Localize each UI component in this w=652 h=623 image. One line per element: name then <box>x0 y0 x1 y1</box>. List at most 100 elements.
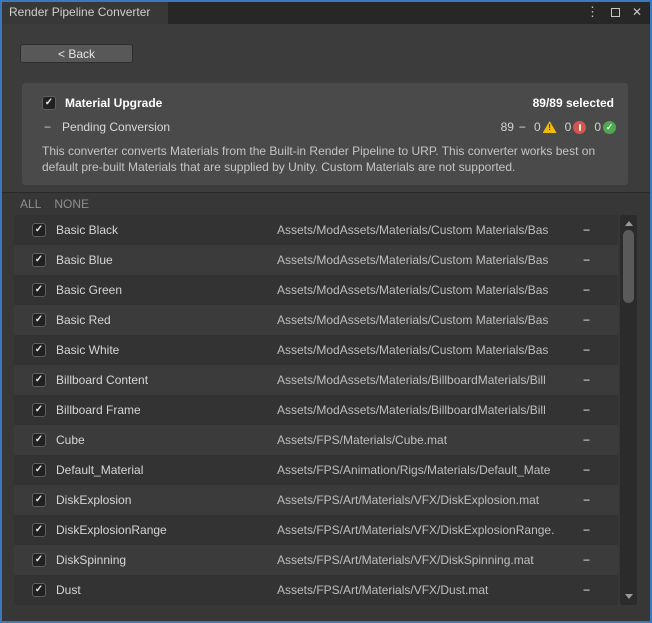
material-name: Basic Green <box>56 283 122 297</box>
window-title: Render Pipeline Converter <box>9 5 150 19</box>
materials-list-region: ALL NONE ✓ Basic Black Assets/ModAssets/… <box>0 192 652 623</box>
select-none-button[interactable]: NONE <box>54 197 89 211</box>
material-name: Basic White <box>56 343 119 357</box>
material-row[interactable]: ✓ Cube Assets/FPS/Materials/Cube.mat − <box>14 425 618 455</box>
maximize-glyph <box>611 8 620 17</box>
row-status-dash-icon: − <box>583 343 590 357</box>
converter-title: Material Upgrade <box>65 96 162 110</box>
checkmark-icon: ✓ <box>35 524 43 536</box>
close-icon[interactable]: ✕ <box>632 5 642 19</box>
checkmark-icon: ✓ <box>35 344 43 356</box>
material-path: Assets/ModAssets/Materials/Custom Materi… <box>277 313 572 327</box>
checkmark-icon: ✓ <box>35 494 43 506</box>
row-status-dash-icon: − <box>583 403 590 417</box>
material-name: Default_Material <box>56 463 143 477</box>
back-button[interactable]: < Back <box>20 44 133 63</box>
row-checkbox[interactable]: ✓ <box>32 583 46 597</box>
pending-count: 89 <box>501 120 514 134</box>
material-row[interactable]: ✓ DiskExplosionRange Assets/FPS/Art/Mate… <box>14 515 618 545</box>
material-name: Basic Blue <box>56 253 113 267</box>
row-status-dash-icon: − <box>583 373 590 387</box>
pending-conversion-label: Pending Conversion <box>62 120 170 134</box>
row-status-dash-icon: − <box>583 313 590 327</box>
tab-render-pipeline-converter[interactable]: Render Pipeline Converter <box>0 0 168 24</box>
material-name: Basic Red <box>56 313 111 327</box>
row-checkbox[interactable]: ✓ <box>32 373 46 387</box>
material-row[interactable]: ✓ Dust Assets/FPS/Art/Materials/VFX/Dust… <box>14 575 618 605</box>
row-status-dash-icon: − <box>583 583 590 597</box>
checkmark-icon: ✓ <box>35 584 43 596</box>
render-pipeline-converter-window: Render Pipeline Converter ⋮ ✕ < Back ✓ M… <box>0 0 652 623</box>
material-path: Assets/FPS/Materials/Cube.mat <box>277 433 572 447</box>
row-status-dash-icon: − <box>583 433 590 447</box>
scrollbar-thumb[interactable] <box>623 230 634 303</box>
converter-panel: ✓ Material Upgrade 89/89 selected − Pend… <box>22 83 628 185</box>
material-name: DiskExplosion <box>56 493 131 507</box>
checkmark-icon: ✓ <box>35 434 43 446</box>
row-checkbox[interactable]: ✓ <box>32 343 46 357</box>
checkmark-icon: ✓ <box>35 404 43 416</box>
pending-count-dash-icon: − <box>519 120 526 134</box>
material-row[interactable]: ✓ Billboard Frame Assets/ModAssets/Mater… <box>14 395 618 425</box>
checkmark-icon: ✓ <box>35 254 43 266</box>
scroll-down-icon[interactable] <box>625 594 633 599</box>
material-name: Dust <box>56 583 81 597</box>
material-upgrade-checkbox[interactable]: ✓ <box>42 96 56 110</box>
row-checkbox[interactable]: ✓ <box>32 313 46 327</box>
material-row[interactable]: ✓ Default_Material Assets/FPS/Animation/… <box>14 455 618 485</box>
row-checkbox[interactable]: ✓ <box>32 553 46 567</box>
row-checkbox[interactable]: ✓ <box>32 523 46 537</box>
success-icon: ✓ <box>603 121 616 134</box>
row-checkbox[interactable]: ✓ <box>32 253 46 267</box>
pending-conversion-row[interactable]: − Pending Conversion 89 − 0 ! 0 0 ✓ <box>22 110 628 134</box>
row-checkbox[interactable]: ✓ <box>32 433 46 447</box>
material-path: Assets/ModAssets/Materials/Custom Materi… <box>277 223 572 237</box>
select-all-button[interactable]: ALL <box>20 197 41 211</box>
material-name: DiskExplosionRange <box>56 523 167 537</box>
list-header: ALL NONE <box>0 193 652 215</box>
checkmark-icon: ✓ <box>35 224 43 236</box>
checkmark-icon: ✓ <box>35 554 43 566</box>
checkmark-icon: ✓ <box>45 97 53 109</box>
row-checkbox[interactable]: ✓ <box>32 493 46 507</box>
material-row[interactable]: ✓ DiskExplosion Assets/FPS/Art/Materials… <box>14 485 618 515</box>
row-status-dash-icon: − <box>583 553 590 567</box>
material-path: Assets/ModAssets/Materials/BillboardMate… <box>277 373 572 387</box>
error-icon <box>573 121 586 134</box>
warning-count: 0 <box>534 120 541 134</box>
material-name: Billboard Frame <box>56 403 141 417</box>
maximize-icon[interactable] <box>611 8 620 17</box>
row-checkbox[interactable]: ✓ <box>32 403 46 417</box>
checkmark-icon: ✓ <box>35 284 43 296</box>
window-menu-icon[interactable]: ⋮ <box>586 4 599 20</box>
material-name: Cube <box>56 433 85 447</box>
material-name: Billboard Content <box>56 373 148 387</box>
row-status-dash-icon: − <box>583 493 590 507</box>
material-path: Assets/ModAssets/Materials/BillboardMate… <box>277 403 572 417</box>
material-row[interactable]: ✓ Billboard Content Assets/ModAssets/Mat… <box>14 365 618 395</box>
checkmark-icon: ✓ <box>35 314 43 326</box>
material-path: Assets/FPS/Art/Materials/VFX/DiskExplosi… <box>277 493 572 507</box>
success-count: 0 <box>594 120 601 134</box>
row-status-dash-icon: − <box>583 523 590 537</box>
row-checkbox[interactable]: ✓ <box>32 223 46 237</box>
material-row[interactable]: ✓ Basic Blue Assets/ModAssets/Materials/… <box>14 245 618 275</box>
row-checkbox[interactable]: ✓ <box>32 463 46 477</box>
status-counts: 89 − 0 ! 0 0 ✓ <box>501 120 616 134</box>
selected-count: 89/89 selected <box>533 96 614 110</box>
checkmark-icon: ✓ <box>35 374 43 386</box>
material-row[interactable]: ✓ Basic White Assets/ModAssets/Materials… <box>14 335 618 365</box>
pending-dash-icon: − <box>44 120 51 134</box>
material-row[interactable]: ✓ Basic Black Assets/ModAssets/Materials… <box>14 215 618 245</box>
row-status-dash-icon: − <box>583 223 590 237</box>
material-row[interactable]: ✓ Basic Green Assets/ModAssets/Materials… <box>14 275 618 305</box>
material-path: Assets/FPS/Art/Materials/VFX/Dust.mat <box>277 583 572 597</box>
materials-list: ✓ Basic Black Assets/ModAssets/Materials… <box>14 215 618 605</box>
scroll-up-icon[interactable] <box>625 221 633 226</box>
material-row[interactable]: ✓ DiskSpinning Assets/FPS/Art/Materials/… <box>14 545 618 575</box>
material-name: Basic Black <box>56 223 118 237</box>
vertical-scrollbar[interactable] <box>620 215 637 605</box>
material-path: Assets/ModAssets/Materials/Custom Materi… <box>277 283 572 297</box>
material-row[interactable]: ✓ Basic Red Assets/ModAssets/Materials/C… <box>14 305 618 335</box>
row-checkbox[interactable]: ✓ <box>32 283 46 297</box>
